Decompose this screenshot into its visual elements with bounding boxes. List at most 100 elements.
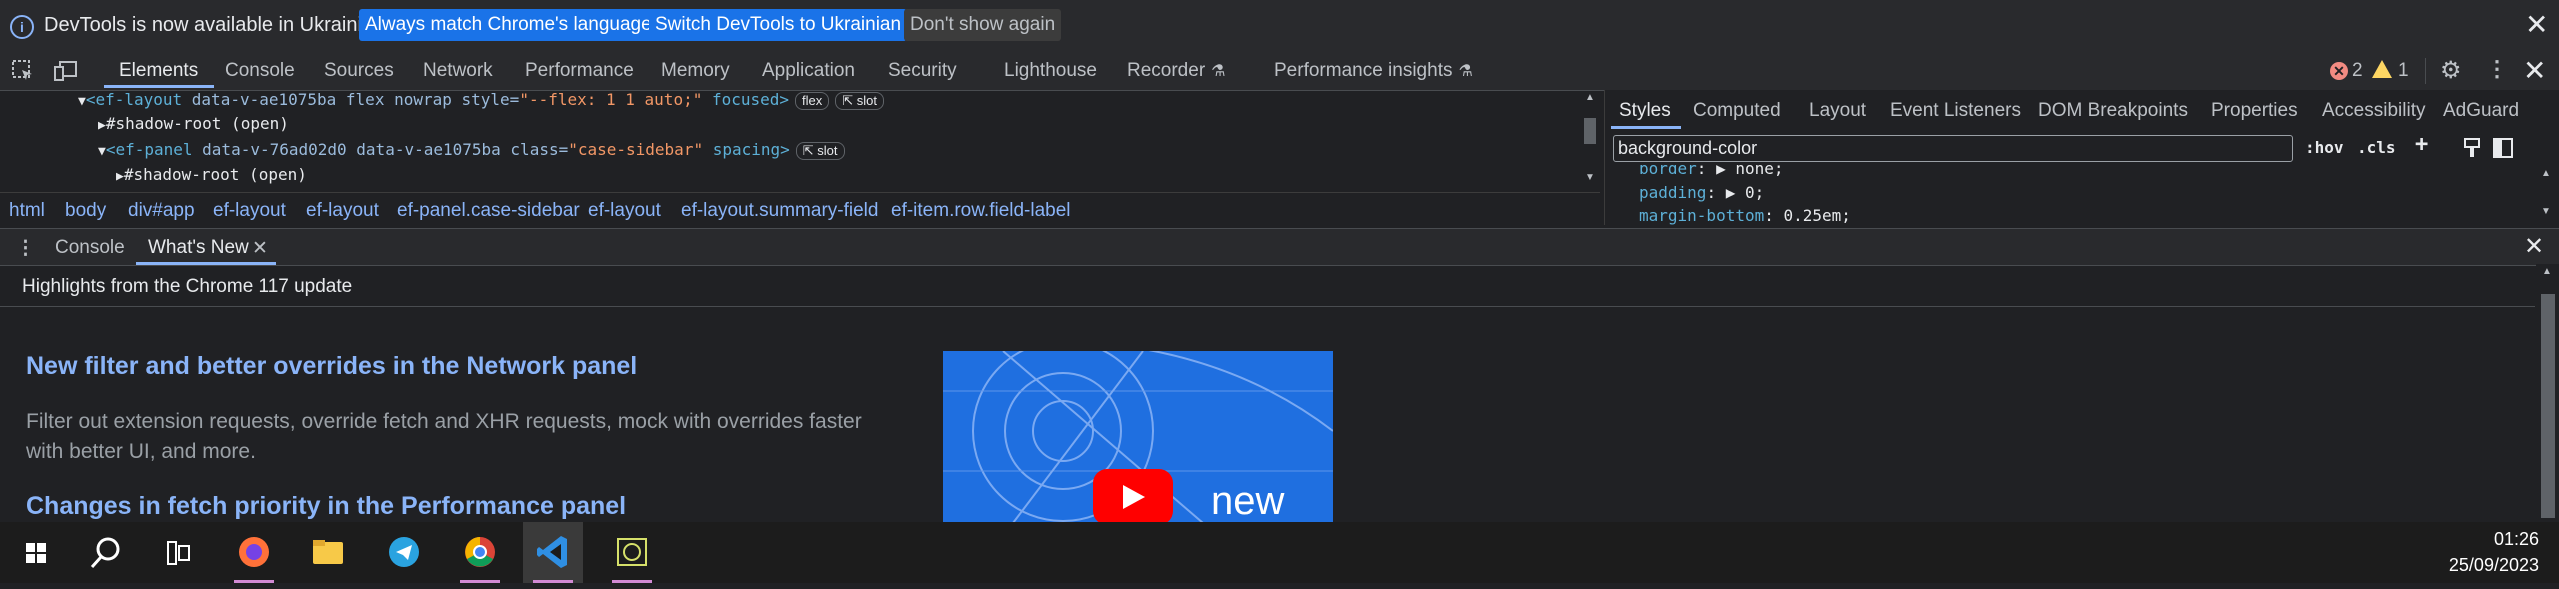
device-toolbar-icon[interactable] xyxy=(54,60,78,82)
breadcrumb-ef-layout[interactable]: ef-layout xyxy=(588,200,661,222)
scroll-thumb[interactable] xyxy=(2541,294,2555,518)
warning-count[interactable]: 1 xyxy=(2398,60,2409,82)
tab-lighthouse[interactable]: Lighthouse xyxy=(1004,60,1097,82)
tab-recorder[interactable]: Recorder ⚗ xyxy=(1127,60,1226,82)
always-match-language-button[interactable]: Always match Chrome's language xyxy=(359,9,658,41)
collapse-triangle-icon[interactable]: ▼ xyxy=(98,144,106,159)
tree-node-ef-panel[interactable]: ▼<ef-panel data-v-76ad02d0 data-v-ae1075… xyxy=(98,140,845,160)
breadcrumb-ef-layout-summary-field[interactable]: ef-layout.summary-field xyxy=(681,200,878,222)
flex-badge[interactable]: flex xyxy=(795,92,830,110)
slot-badge[interactable]: ⇱ slot xyxy=(835,92,885,110)
feature-heading-link[interactable]: Changes in fetch priority in the Perform… xyxy=(26,492,626,521)
tab-memory[interactable]: Memory xyxy=(661,60,730,82)
language-infobar: i DevTools is now available in Ukrainian… xyxy=(0,0,2559,53)
drawer-tab-console[interactable]: Console xyxy=(55,237,125,259)
tab-properties[interactable]: Properties xyxy=(2211,100,2298,122)
taskbar-date[interactable]: 25/09/2023 xyxy=(2449,555,2539,576)
scroll-up-icon[interactable]: ▲ xyxy=(2542,266,2552,277)
tab-event-listeners[interactable]: Event Listeners xyxy=(1890,100,2021,122)
expand-triangle-icon[interactable]: ▶ xyxy=(98,118,106,133)
style-property[interactable]: margin-bottom: 0.25em; xyxy=(1639,206,1851,225)
info-icon: i xyxy=(10,15,34,39)
tab-computed[interactable]: Computed xyxy=(1693,100,1781,122)
tree-node-shadow-root[interactable]: ▶#shadow-root (open) xyxy=(98,114,289,133)
scroll-up-icon[interactable]: ▲ xyxy=(1585,92,1595,103)
format-painter-icon[interactable] xyxy=(2463,138,2481,158)
whats-new-header: Highlights from the Chrome 117 update xyxy=(0,264,2535,307)
breadcrumb-html[interactable]: html xyxy=(9,200,45,222)
scroll-down-icon[interactable]: ▼ xyxy=(1585,172,1595,183)
whats-new-title: Highlights from the Chrome 117 update xyxy=(22,276,353,297)
breadcrumb-ef-item[interactable]: ef-item.row.field-label xyxy=(891,200,1071,222)
chrome-icon[interactable] xyxy=(450,522,510,583)
drawer-scrollbar[interactable]: ▲ xyxy=(2536,264,2559,522)
dont-show-again-button[interactable]: Don't show again xyxy=(904,9,1062,41)
error-count[interactable]: 2 xyxy=(2352,60,2363,82)
task-view-icon[interactable] xyxy=(148,522,208,583)
experiment-flask-icon: ⚗ xyxy=(1211,63,1226,80)
app-icon[interactable] xyxy=(602,522,662,583)
tag-rest: spacing> xyxy=(703,140,790,159)
styles-filter-input[interactable] xyxy=(1613,135,2293,162)
expand-triangle-icon[interactable]: ▶ xyxy=(116,169,124,184)
settings-gear-icon[interactable]: ⚙ xyxy=(2440,56,2462,85)
hov-toggle-button[interactable]: :hov xyxy=(2305,138,2344,157)
breadcrumb-div-app[interactable]: div#app xyxy=(128,200,195,222)
scroll-thumb[interactable] xyxy=(1584,118,1596,144)
tab-network[interactable]: Network xyxy=(423,60,493,82)
tab-console[interactable]: Console xyxy=(225,60,295,82)
close-drawer-icon[interactable]: ✕ xyxy=(2524,233,2544,261)
youtube-play-icon[interactable] xyxy=(1093,469,1173,523)
video-thumbnail[interactable]: new xyxy=(943,351,1333,523)
drawer-tab-whats-new[interactable]: What's New xyxy=(148,237,249,259)
breadcrumb-ef-layout[interactable]: ef-layout xyxy=(213,200,286,222)
new-style-rule-icon[interactable]: + xyxy=(2415,132,2428,157)
tree-node-shadow-root[interactable]: ▶#shadow-root (open) xyxy=(116,165,307,184)
breadcrumb-ef-panel[interactable]: ef-panel.case-sidebar xyxy=(397,200,580,222)
property-value: 0.25em; xyxy=(1783,206,1851,225)
breadcrumb-body[interactable]: body xyxy=(65,200,106,222)
tab-layout[interactable]: Layout xyxy=(1809,100,1866,122)
close-devtools-icon[interactable]: ✕ xyxy=(2523,57,2546,85)
vscode-icon[interactable] xyxy=(523,522,583,583)
tab-styles[interactable]: Styles xyxy=(1619,100,1671,122)
switch-to-ukrainian-button[interactable]: Switch DevTools to Ukrainian xyxy=(649,9,908,41)
tab-elements[interactable]: Elements xyxy=(119,60,198,82)
scroll-up-icon[interactable]: ▲ xyxy=(2541,168,2551,179)
toolbar-divider xyxy=(2425,58,2426,84)
firefox-icon[interactable] xyxy=(224,522,284,583)
tab-performance-insights[interactable]: Performance insights ⚗ xyxy=(1274,60,1473,82)
scroll-down-icon[interactable]: ▼ xyxy=(2541,206,2551,217)
tab-adguard[interactable]: AdGuard xyxy=(2443,100,2519,122)
tab-application[interactable]: Application xyxy=(762,60,855,82)
more-options-icon[interactable]: ⋮ xyxy=(2486,56,2508,82)
tab-accessibility[interactable]: Accessibility xyxy=(2322,100,2425,122)
breadcrumb-ef-layout[interactable]: ef-layout xyxy=(306,200,379,222)
active-tab-indicator xyxy=(1611,126,1681,129)
telegram-icon[interactable] xyxy=(374,522,434,583)
feature-heading-link[interactable]: New filter and better overrides in the N… xyxy=(26,352,637,381)
toggle-computed-sidebar-icon[interactable] xyxy=(2493,138,2513,158)
breadcrumb: html body div#app ef-layout ef-layout ef… xyxy=(0,192,1600,229)
close-tab-icon[interactable]: ✕ xyxy=(252,237,268,260)
elements-scrollbar[interactable]: ▲ ▼ xyxy=(1583,92,1597,188)
attr-name: style= xyxy=(461,90,520,109)
style-property[interactable]: border: ▶ none; xyxy=(1639,165,1784,178)
search-icon[interactable] xyxy=(76,522,136,583)
start-icon[interactable] xyxy=(4,522,64,583)
tab-performance[interactable]: Performance xyxy=(525,60,634,82)
inspect-element-icon[interactable] xyxy=(12,60,34,82)
tab-dom-breakpoints[interactable]: DOM Breakpoints xyxy=(2038,100,2188,122)
collapse-triangle-icon[interactable]: ▼ xyxy=(78,94,86,109)
slot-badge[interactable]: ⇱ slot xyxy=(795,142,845,160)
cls-toggle-button[interactable]: .cls xyxy=(2357,138,2396,157)
drawer-menu-icon[interactable]: ⋮ xyxy=(16,237,35,260)
tab-security[interactable]: Security xyxy=(888,60,957,82)
tab-sources[interactable]: Sources xyxy=(324,60,394,82)
tree-node-ef-layout[interactable]: ▼<ef-layout data-v-ae1075ba flex nowrap … xyxy=(78,90,885,110)
close-infobar-icon[interactable]: ✕ xyxy=(2525,11,2548,39)
attributes: data-v-ae1075ba flex nowrap xyxy=(182,90,462,109)
taskbar-time[interactable]: 01:26 xyxy=(2494,529,2539,550)
file-explorer-icon[interactable] xyxy=(298,522,358,583)
style-property[interactable]: padding: ▶ 0; xyxy=(1639,183,1764,202)
